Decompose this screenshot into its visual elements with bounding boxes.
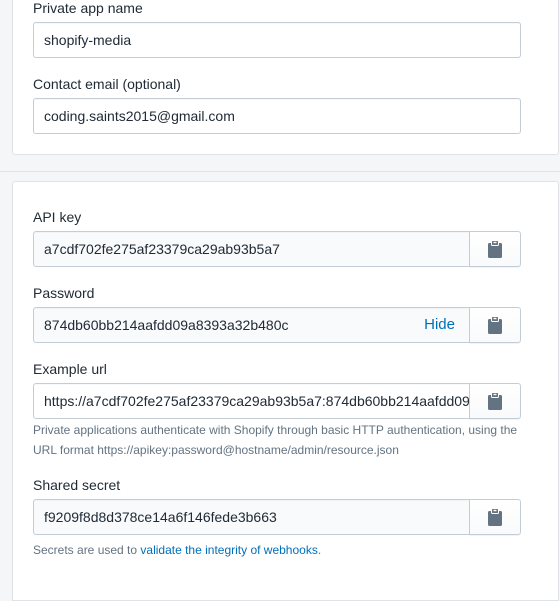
- copy-password-button[interactable]: [469, 307, 521, 343]
- section-divider: [0, 171, 560, 172]
- example-url-help-text: Private applications authenticate with S…: [33, 423, 518, 457]
- clipboard-icon: [488, 392, 502, 410]
- password-label: Password: [33, 285, 95, 301]
- copy-api-key-button[interactable]: [469, 231, 521, 267]
- shared-secret-help-suffix: .: [317, 543, 322, 557]
- contact-email-value: coding.saints2015@gmail.com: [44, 108, 235, 124]
- example-url-label: Example url: [33, 361, 107, 377]
- validate-webhooks-link[interactable]: validate the integrity of webhooks: [140, 543, 317, 557]
- contact-email-input[interactable]: coding.saints2015@gmail.com: [33, 98, 521, 134]
- clipboard-icon: [488, 508, 502, 526]
- api-key-value: a7cdf702fe275af23379ca29ab93b5a7: [44, 241, 280, 257]
- shared-secret-label: Shared secret: [33, 477, 121, 493]
- shared-secret-help-prefix: Secrets are used to: [33, 543, 141, 557]
- password-field[interactable]: 874db60bb214aafdd09a8393a32b480c Hide: [33, 307, 470, 343]
- api-key-field[interactable]: a7cdf702fe275af23379ca29ab93b5a7: [33, 231, 470, 267]
- password-value: 874db60bb214aafdd09a8393a32b480c: [44, 317, 289, 333]
- copy-example-url-button[interactable]: [469, 383, 521, 419]
- hide-password-link[interactable]: Hide: [424, 308, 455, 342]
- app-name-value: shopify-media: [44, 32, 132, 48]
- api-key-label: API key: [33, 209, 82, 225]
- app-name-input[interactable]: shopify-media: [33, 22, 521, 58]
- example-url-field[interactable]: https://a7cdf702fe275af23379ca29ab93b5a7…: [33, 383, 470, 419]
- shared-secret-field[interactable]: f9209f8d8d378ce14a6f146fede3b663: [33, 499, 470, 535]
- example-url-value: https://a7cdf702fe275af23379ca29ab93b5a7…: [44, 393, 470, 409]
- copy-shared-secret-button[interactable]: [469, 499, 521, 535]
- clipboard-icon: [488, 240, 502, 258]
- app-name-label: Private app name: [33, 0, 143, 16]
- contact-email-label: Contact email (optional): [33, 76, 181, 92]
- clipboard-icon: [488, 316, 502, 334]
- shared-secret-value: f9209f8d8d378ce14a6f146fede3b663: [44, 509, 277, 525]
- shared-secret-help-text: Secrets are used to validate the integri…: [33, 540, 523, 560]
